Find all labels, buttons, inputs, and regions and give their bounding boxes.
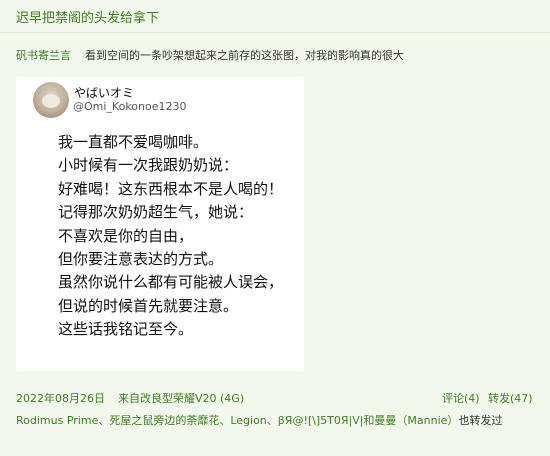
post-line: 矾书寄兰言 看到空间的一条吵架想起来之前存的这张图，对我的影响真的很大 (16, 47, 404, 63)
tweet-line: 我一直都不爱喝咖啡。 (58, 133, 209, 151)
tweet-line: 但说的时候首先就要注意。 (58, 296, 239, 315)
post-source[interactable]: 来自改良型荣耀V20 (4G) (118, 390, 244, 406)
tweet-line: 小时候有一次我跟奶奶说： (58, 156, 239, 175)
post-author-link[interactable]: 矾书寄兰言 (16, 49, 71, 62)
tweet-line: 好难喝！这东西根本不是人喝的！ (58, 179, 284, 198)
avatar (33, 82, 69, 118)
reposts-link[interactable]: 转发(47) (488, 390, 533, 406)
tweet-line: 但你要注意表达的方式。 (58, 250, 224, 269)
tweet-handle: @Omi_Kokonoe1230 (73, 100, 187, 113)
tweet-line: 不喜欢是你的自由， (58, 226, 194, 245)
reposter-names[interactable]: Rodimus Prime、死屋之鼠旁边的荼靡花、Legion、βЯ@![\]5… (16, 414, 458, 427)
reposters-line: Rodimus Prime、死屋之鼠旁边的荼靡花、Legion、βЯ@![\]5… (16, 412, 538, 429)
tweet-display-name: やばいオミ (74, 86, 135, 100)
tweet-body: 我一直都不爱喝咖啡。 小时候有一次我跟奶奶说： 好难喝！这东西根本不是人喝的！ … (58, 131, 298, 342)
page-title[interactable]: 迟早把禁阁的头发给拿下 (16, 7, 159, 26)
tweet-line: 虽然你说什么都有可能被人误会， (58, 273, 284, 292)
tweet-line: 记得那次奶奶超生气，她说： (58, 203, 254, 222)
comments-link[interactable]: 评论(4) (442, 390, 480, 406)
post-meta: 2022年08月26日 来自改良型荣耀V20 (4G) 评论(4) 转发(47) (16, 390, 536, 406)
post-date[interactable]: 2022年08月26日 (16, 390, 105, 406)
reposters-suffix: 也转发过 (458, 414, 503, 427)
divider (0, 32, 550, 33)
post-text: 看到空间的一条吵架想起来之前存的这张图，对我的影响真的很大 (85, 49, 404, 62)
tweet-line: 这些话我铭记至今。 (58, 320, 194, 339)
repost-image[interactable]: やばいオミ @Omi_Kokonoe1230 我一直都不爱喝咖啡。 小时候有一次… (16, 77, 304, 371)
